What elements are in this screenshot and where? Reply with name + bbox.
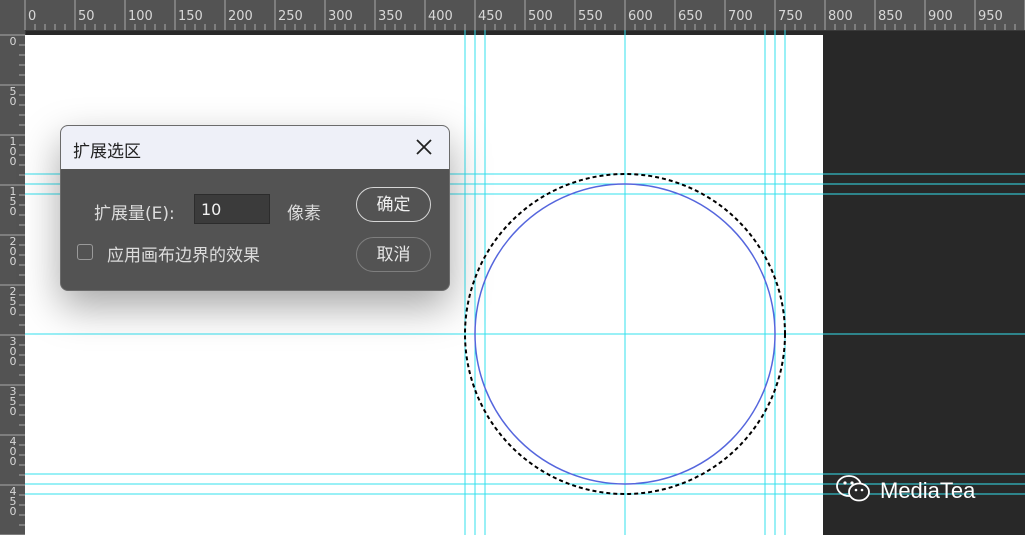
ruler-label: 0: [28, 9, 37, 24]
ruler-label: 800: [828, 9, 853, 24]
unit-label: 像素: [287, 204, 321, 224]
expand-amount-label: 扩展量(E):: [94, 204, 175, 224]
ruler-label: 300: [328, 9, 353, 24]
ruler-label: 400: [428, 9, 453, 24]
ruler-label: 650: [678, 9, 703, 24]
ruler-label: 50: [9, 85, 17, 108]
ok-button[interactable]: 确定: [356, 187, 431, 222]
apply-canvas-bounds-label: 应用画布边界的效果: [107, 246, 260, 266]
expand-selection-dialog: 扩展选区 扩展量(E): 像素 确定 取消 应用画布边界的效果: [60, 125, 450, 291]
ruler-label: 450: [9, 485, 17, 518]
ruler-label: 700: [728, 9, 753, 24]
ruler-label: 100: [128, 9, 153, 24]
ruler-label: 750: [778, 9, 803, 24]
ruler-label: 250: [278, 9, 303, 24]
wechat-icon: [836, 474, 872, 508]
ruler-label: 200: [228, 9, 253, 24]
ruler-label: 400: [9, 435, 17, 468]
watermark-text: MediaTea: [880, 478, 976, 503]
ruler-label: 300: [9, 335, 17, 368]
close-icon[interactable]: [413, 136, 435, 158]
ruler-label: 950: [978, 9, 1003, 24]
cancel-button[interactable]: 取消: [356, 237, 431, 272]
ruler-label: 500: [528, 9, 553, 24]
ruler-label: 550: [578, 9, 603, 24]
apply-canvas-bounds-checkbox[interactable]: [77, 244, 93, 260]
ruler-label: 50: [78, 9, 95, 24]
ruler-label: 100: [9, 135, 17, 168]
ruler-label: 0: [9, 35, 17, 48]
ruler-label: 150: [9, 185, 17, 218]
watermark: MediaTea: [836, 474, 976, 508]
ruler-label: 350: [378, 9, 403, 24]
ruler-label: 450: [478, 9, 503, 24]
ruler-label: 850: [878, 9, 903, 24]
dialog-titlebar: 扩展选区: [61, 126, 449, 169]
ruler-label: 900: [928, 9, 953, 24]
dialog-title: 扩展选区: [73, 142, 141, 162]
ruler-label: 350: [9, 385, 17, 418]
ruler-label: 200: [9, 235, 17, 268]
ruler-label: 150: [178, 9, 203, 24]
expand-amount-input[interactable]: [194, 194, 270, 224]
ruler-label: 250: [9, 285, 17, 318]
ruler-label: 600: [628, 9, 653, 24]
